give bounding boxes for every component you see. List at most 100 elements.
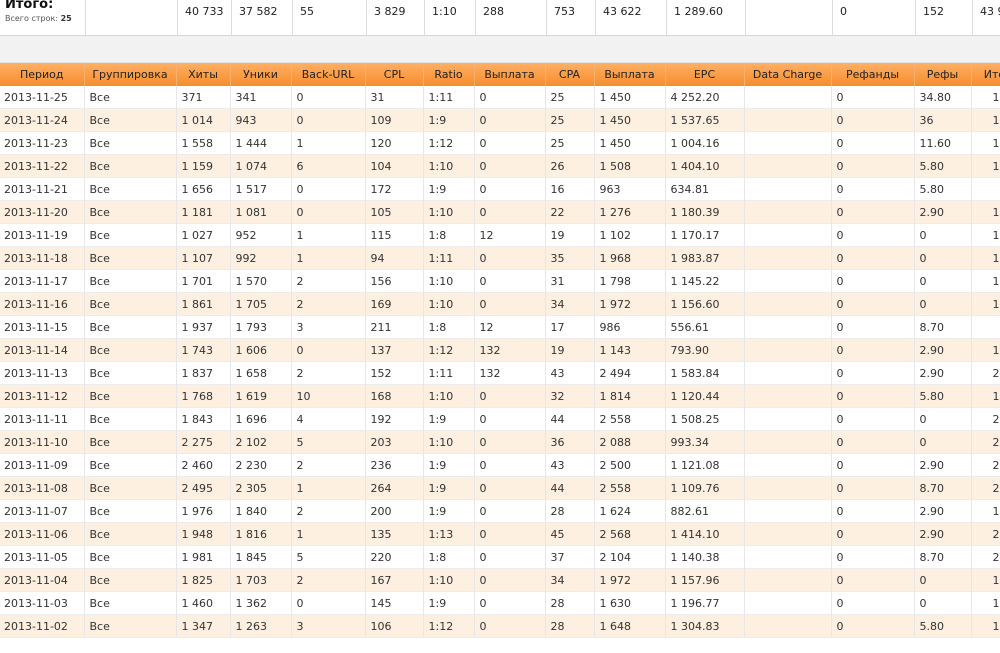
cell-cpl: 203 bbox=[364, 430, 423, 454]
totals-row: Итого: Всего строк: 25 40 733 37 582 55 3 829… bbox=[0, 0, 1000, 36]
cell-uniques: 1 845 bbox=[229, 545, 291, 569]
cell-payout-cpl: 0 bbox=[473, 614, 545, 638]
cell-refs: 8.70 bbox=[913, 545, 971, 569]
column-header-payout-cpl[interactable]: Выплата bbox=[473, 63, 545, 86]
cell-payout-cpl: 0 bbox=[473, 568, 545, 592]
totals-label-cell: Итого: Всего строк: 25 bbox=[0, 0, 85, 35]
cell-cpa: 25 bbox=[544, 108, 594, 132]
cell-data-charge bbox=[743, 614, 831, 638]
cell-cpa: 26 bbox=[544, 154, 594, 178]
cell-refs: 5.80 bbox=[913, 177, 971, 201]
cell-cpl: 115 bbox=[364, 223, 423, 247]
cell-back-url: 0 bbox=[290, 591, 365, 615]
column-header-ratio[interactable]: Ratio bbox=[422, 63, 474, 86]
totals-epc: 1 289.60 bbox=[666, 0, 745, 35]
cell-epc: 1 156.60 bbox=[664, 292, 744, 316]
cell-total: 2 500 bbox=[970, 453, 1000, 477]
cell-period: 2013-11-23 bbox=[0, 131, 84, 155]
cell-hits: 2 275 bbox=[175, 430, 230, 454]
cell-hits: 1 460 bbox=[175, 591, 230, 615]
column-header-grouping[interactable]: Группировка bbox=[83, 63, 176, 86]
cell-cpl: 145 bbox=[364, 591, 423, 615]
column-header-total[interactable]: Итого bbox=[970, 63, 1000, 86]
cell-back-url: 2 bbox=[290, 269, 365, 293]
cell-uniques: 2 102 bbox=[229, 430, 291, 454]
cell-hits: 1 347 bbox=[175, 614, 230, 638]
cell-refs: 5.80 bbox=[913, 154, 971, 178]
cell-epc: 1 304.83 bbox=[664, 614, 744, 638]
cell-payout-cpl: 0 bbox=[473, 131, 545, 155]
cell-refunds: 0 bbox=[830, 338, 914, 362]
cell-back-url: 2 bbox=[290, 292, 365, 316]
column-header-refunds[interactable]: Рефанды bbox=[830, 63, 914, 86]
column-header-refs[interactable]: Рефы bbox=[913, 63, 971, 86]
cell-hits: 1 976 bbox=[175, 499, 230, 523]
column-header-hits[interactable]: Хиты bbox=[175, 63, 230, 86]
table-row: 2013-11-07 Все 1 976 1 840 2 200 1:9 0 28 1 624 88… bbox=[0, 499, 1000, 523]
cell-hits: 1 027 bbox=[175, 223, 230, 247]
column-header-cpa[interactable]: CPA bbox=[544, 63, 594, 86]
table-row: 2013-11-25 Все 371 341 0 31 1:11 0 25 1 450 4 252.… bbox=[0, 86, 1000, 109]
cell-data-charge bbox=[743, 522, 831, 546]
table-row: 2013-11-19 Все 1 027 952 1 115 1:8 12 19 1 102 1 1… bbox=[0, 223, 1000, 247]
column-header-uniques[interactable]: Уники bbox=[229, 63, 291, 86]
cell-data-charge bbox=[743, 453, 831, 477]
cell-ratio: 1:10 bbox=[422, 154, 474, 178]
cell-grouping: Все bbox=[83, 407, 176, 431]
column-header-payout-cpa[interactable]: Выплата bbox=[593, 63, 665, 86]
cell-payout-cpl: 0 bbox=[473, 292, 545, 316]
cell-hits: 1 981 bbox=[175, 545, 230, 569]
cell-data-charge bbox=[743, 292, 831, 316]
cell-cpa: 34 bbox=[544, 292, 594, 316]
totals-cpa: 753 bbox=[546, 0, 595, 35]
cell-refunds: 0 bbox=[830, 177, 914, 201]
cell-hits: 1 837 bbox=[175, 361, 230, 385]
cell-grouping: Все bbox=[83, 499, 176, 523]
cell-cpa: 45 bbox=[544, 522, 594, 546]
cell-grouping: Все bbox=[83, 522, 176, 546]
column-header-data-charge[interactable]: Data Charge bbox=[743, 63, 831, 86]
cell-payout-cpl: 0 bbox=[473, 86, 545, 109]
cell-total: 1 968 bbox=[970, 246, 1000, 270]
column-header-period[interactable]: Период bbox=[0, 63, 84, 86]
cell-payout-cpl: 0 bbox=[473, 545, 545, 569]
table-row: 2013-11-10 Все 2 275 2 102 5 203 1:10 0 36 2 088 9… bbox=[0, 430, 1000, 454]
cell-uniques: 1 081 bbox=[229, 200, 291, 224]
column-header-cpl[interactable]: CPL bbox=[364, 63, 423, 86]
cell-epc: 4 252.20 bbox=[664, 86, 744, 109]
table-row: 2013-11-02 Все 1 347 1 263 3 106 1:12 0 28 1 648 1… bbox=[0, 614, 1000, 638]
cell-payout-cpa: 1 102 bbox=[593, 223, 665, 247]
cell-epc: 1 180.39 bbox=[664, 200, 744, 224]
cell-total: 1 972 bbox=[970, 568, 1000, 592]
cell-ratio: 1:9 bbox=[422, 591, 474, 615]
cell-back-url: 0 bbox=[290, 200, 365, 224]
cell-uniques: 1 658 bbox=[229, 361, 291, 385]
cell-cpa: 28 bbox=[544, 499, 594, 523]
cell-ratio: 1:11 bbox=[422, 86, 474, 109]
cell-epc: 1 537.65 bbox=[664, 108, 744, 132]
cell-back-url: 10 bbox=[290, 384, 365, 408]
cell-refunds: 0 bbox=[830, 522, 914, 546]
cell-refunds: 0 bbox=[830, 430, 914, 454]
cell-cpa: 34 bbox=[544, 568, 594, 592]
cell-cpl: 109 bbox=[364, 108, 423, 132]
cell-data-charge bbox=[743, 223, 831, 247]
table-row: 2013-11-03 Все 1 460 1 362 0 145 1:9 0 28 1 630 1 … bbox=[0, 591, 1000, 615]
cell-uniques: 1 263 bbox=[229, 614, 291, 638]
totals-refunds: 0 bbox=[832, 0, 915, 35]
cell-back-url: 1 bbox=[290, 246, 365, 270]
cell-back-url: 0 bbox=[290, 177, 365, 201]
cell-grouping: Все bbox=[83, 246, 176, 270]
totals-payout-cpa: 43 622 bbox=[595, 0, 666, 35]
cell-epc: 1 109.76 bbox=[664, 476, 744, 500]
column-header-epc[interactable]: EPC bbox=[664, 63, 744, 86]
cell-cpl: 152 bbox=[364, 361, 423, 385]
cell-refs: 2.90 bbox=[913, 522, 971, 546]
totals-title: Итого: bbox=[5, 0, 54, 12]
column-header-back-url[interactable]: Back-URL bbox=[290, 63, 365, 86]
cell-data-charge bbox=[743, 177, 831, 201]
cell-total: 1 276 bbox=[970, 200, 1000, 224]
cell-grouping: Все bbox=[83, 545, 176, 569]
cell-payout-cpa: 1 648 bbox=[593, 614, 665, 638]
cell-payout-cpa: 986 bbox=[593, 315, 665, 339]
